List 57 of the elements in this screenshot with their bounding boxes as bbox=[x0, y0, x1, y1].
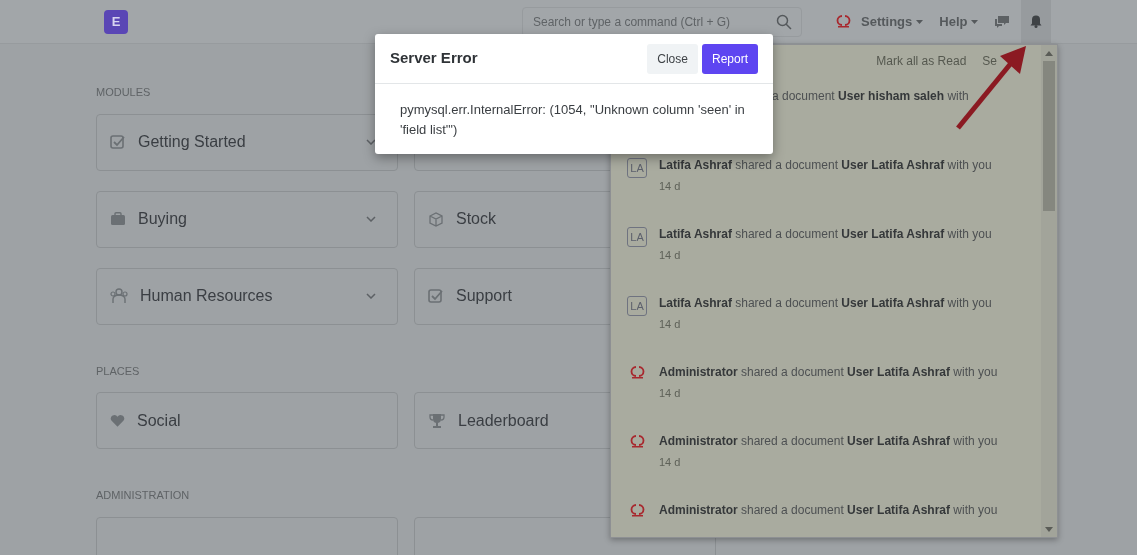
heart-icon bbox=[110, 413, 125, 428]
module-label: Stock bbox=[456, 209, 496, 229]
module-card[interactable]: Getting Started bbox=[96, 113, 398, 171]
chevron-down-icon bbox=[366, 293, 376, 299]
notification-action[interactable]: Mark all as Read bbox=[876, 52, 967, 70]
user-avatar: LA bbox=[627, 296, 647, 316]
company-logo-icon bbox=[629, 434, 645, 449]
briefcase-icon bbox=[110, 212, 126, 226]
caret-icon bbox=[916, 19, 924, 24]
chevron-down-icon bbox=[366, 139, 376, 145]
module-card[interactable]: Human Resources bbox=[96, 267, 398, 325]
module-label: Buying bbox=[138, 209, 187, 229]
scrollbar[interactable] bbox=[1041, 45, 1057, 537]
report-button[interactable]: Report bbox=[701, 43, 758, 74]
scroll-thumb[interactable] bbox=[1043, 61, 1055, 211]
module-label: Human Resources bbox=[140, 286, 273, 306]
caret-icon bbox=[971, 19, 979, 24]
notification-text[interactable]: Administrator shared a document User Latifa Ashraf with you bbox=[659, 503, 998, 517]
module-label: Social bbox=[137, 410, 181, 431]
module-card[interactable]: Buying bbox=[96, 190, 398, 248]
module-label: Getting Started bbox=[138, 132, 246, 152]
company-logo-icon bbox=[836, 14, 851, 29]
notification-text[interactable]: Administrator shared a document User Latifa Ashraf with you bbox=[659, 365, 998, 379]
user-avatar: LA bbox=[627, 158, 647, 178]
section-title: PLACES bbox=[96, 363, 140, 379]
search-icon bbox=[776, 13, 792, 30]
box-icon bbox=[428, 211, 444, 227]
notification-text[interactable]: a document User hisham saleh with bbox=[772, 89, 969, 103]
chat-icon[interactable] bbox=[994, 14, 1011, 29]
chevron-down-icon bbox=[366, 216, 376, 222]
trophy-icon bbox=[428, 412, 446, 429]
checkbox-icon bbox=[428, 288, 444, 304]
module-label: Leaderboard bbox=[458, 410, 549, 431]
scroll-down-icon[interactable] bbox=[1045, 527, 1053, 532]
people-icon bbox=[110, 288, 128, 304]
checkbox-icon bbox=[110, 134, 126, 150]
module-label: Support bbox=[456, 286, 513, 306]
notification-action[interactable]: Se bbox=[982, 52, 997, 70]
notification-time: 14 d bbox=[659, 455, 682, 470]
menu-dropdown[interactable]: Help bbox=[939, 11, 979, 32]
error-message: pymysql.err.InternalError: (1054, "Unknown column 'seen' in 'field list'") bbox=[400, 101, 746, 139]
close-button[interactable]: Close bbox=[647, 43, 698, 74]
user-avatar: LA bbox=[627, 227, 647, 247]
notifications-button[interactable] bbox=[1021, 0, 1052, 44]
scroll-up-icon[interactable] bbox=[1045, 51, 1053, 56]
company-logo-icon bbox=[629, 503, 645, 518]
module-card[interactable]: Social bbox=[96, 392, 398, 449]
bell-icon bbox=[1030, 15, 1043, 28]
app-logo[interactable]: E bbox=[104, 9, 128, 34]
section-title: MODULES bbox=[96, 85, 151, 100]
notification-time: 14 d bbox=[659, 248, 682, 263]
menu-dropdown[interactable]: Settings bbox=[861, 11, 924, 32]
search-field[interactable]: Search or type a command (Ctrl + G) bbox=[522, 6, 802, 37]
company-logo-icon bbox=[629, 365, 645, 380]
dialog-title: Server Error bbox=[390, 48, 479, 69]
notification-text[interactable]: Latifa Ashraf shared a document User Latifa Ashraf with you bbox=[659, 158, 992, 172]
section-title: ADMINISTRATION bbox=[96, 488, 190, 503]
